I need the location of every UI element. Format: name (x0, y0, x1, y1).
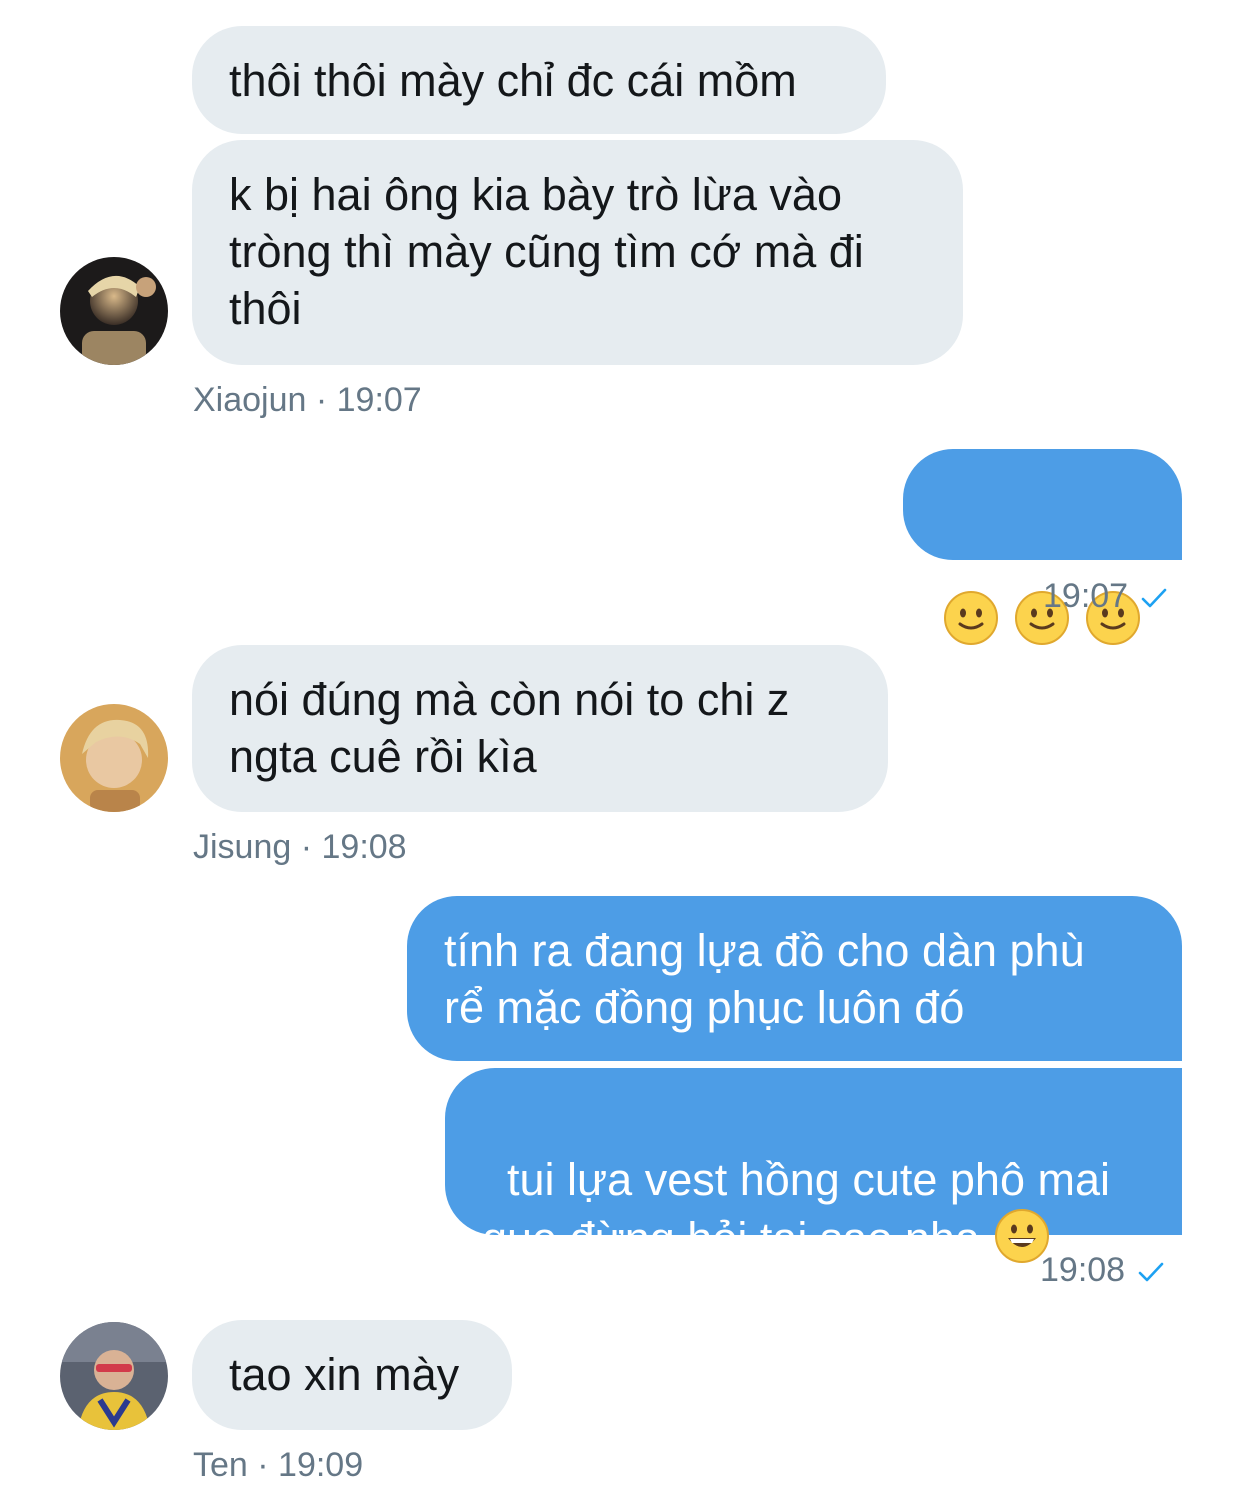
avatar-image (60, 704, 168, 812)
message-bubble-incoming[interactable]: k bị hai ông kia bày trò lừa vào tròng t… (192, 140, 963, 365)
read-check-icon (1141, 588, 1167, 608)
message-bubble-incoming[interactable]: nói đúng mà còn nói to chi z ngta cuê rồ… (192, 645, 888, 812)
slightly-smiling-face-icon (944, 591, 998, 645)
avatar-image (60, 1322, 168, 1430)
message-bubble-incoming[interactable]: tao xin mày (192, 1320, 512, 1430)
message-meta-outgoing: 19:07 (1043, 576, 1168, 616)
avatar-image (60, 257, 168, 365)
message-meta-xiaojun: Xiaojun · 19:07 (193, 381, 422, 419)
message-bubble-outgoing[interactable]: tui lựa vest hồng cute phô mai que đừng … (445, 1068, 1182, 1264)
timestamp: 19:08 (1040, 1251, 1126, 1289)
avatar-jisung[interactable] (60, 704, 168, 812)
timestamp: 19:07 (1043, 577, 1129, 615)
message-meta-jisung: Jisung · 19:08 (193, 828, 407, 866)
message-bubble-incoming[interactable]: thôi thôi mày chỉ đc cái mồm (192, 26, 886, 134)
message-meta-outgoing: 19:08 (1040, 1250, 1165, 1290)
message-bubble-outgoing[interactable]: tính ra đang lựa đồ cho dàn phù rể mặc đ… (407, 896, 1182, 1061)
read-check-icon (1138, 1262, 1164, 1282)
message-bubble-outgoing[interactable] (903, 449, 1182, 645)
avatar-xiaojun[interactable] (60, 257, 168, 365)
message-meta-ten: Ten · 19:09 (193, 1446, 364, 1484)
avatar-ten[interactable] (60, 1322, 168, 1430)
